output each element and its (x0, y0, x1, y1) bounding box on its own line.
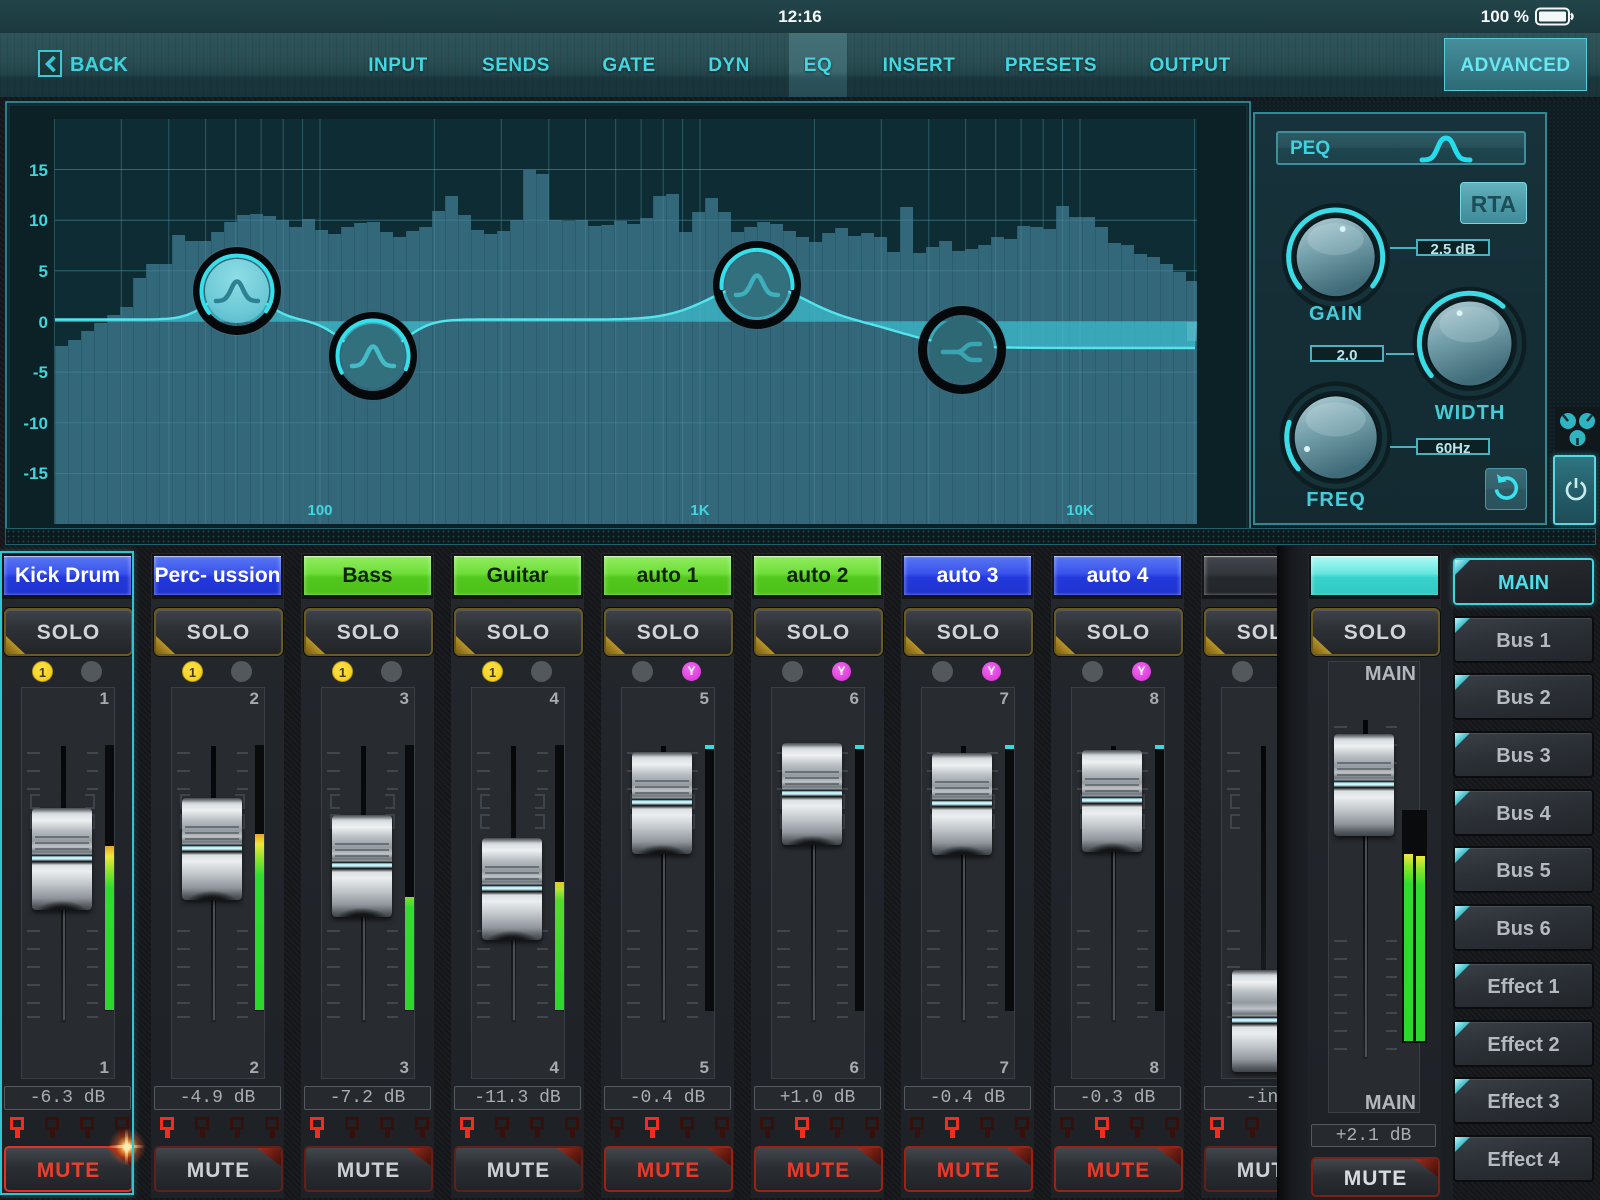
svg-text:1K: 1K (690, 502, 709, 519)
svg-text:15: 15 (29, 161, 48, 180)
svg-text:100: 100 (307, 502, 332, 519)
svg-text:-10: -10 (23, 414, 48, 433)
svg-text:-15: -15 (23, 464, 48, 483)
svg-text:10K: 10K (1066, 502, 1094, 519)
svg-text:-5: -5 (33, 363, 48, 382)
svg-text:10: 10 (29, 211, 48, 230)
svg-text:5: 5 (39, 262, 48, 281)
svg-text:0: 0 (39, 313, 48, 332)
